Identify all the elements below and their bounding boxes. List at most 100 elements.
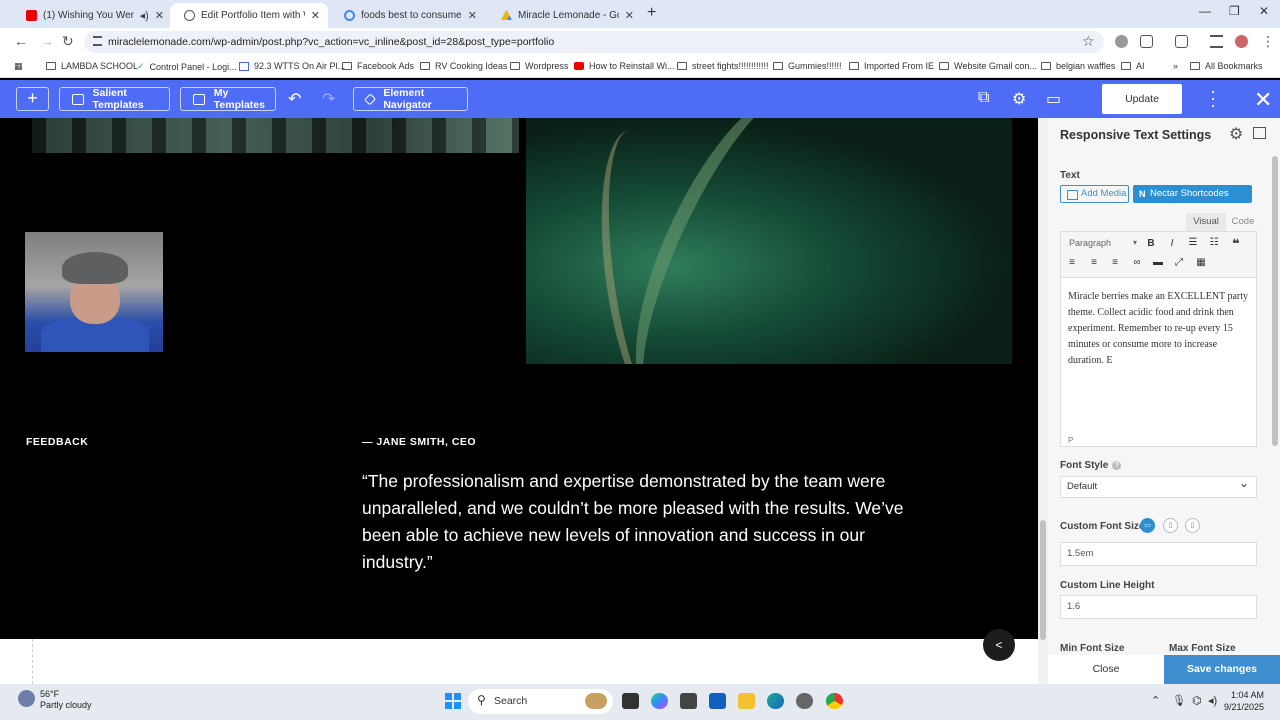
redo-icon[interactable]: ↷ (322, 89, 335, 109)
app-icon[interactable] (796, 693, 813, 709)
bookmark-imported-ie[interactable]: Imported From IE (849, 61, 934, 71)
mobile-device-icon[interactable]: ▯ (1185, 518, 1200, 533)
bookmark-ai[interactable]: AI (1121, 61, 1145, 71)
tray-overflow-icon[interactable]: ⌃ (1151, 694, 1160, 707)
more-options-icon[interactable]: · · · (1208, 82, 1218, 114)
editor-content[interactable]: Miracle berries make an EXCELLENT party … (1068, 289, 1253, 369)
italic-icon[interactable]: I (1165, 238, 1179, 249)
browser-tab-google-search[interactable]: foods best to consume after miracle ✕ (330, 3, 485, 28)
align-left-icon[interactable]: ≡ (1065, 257, 1079, 268)
bookmark-star-icon[interactable]: ☆ (1082, 33, 1095, 50)
testimonial-quote[interactable]: “The professionalism and expertise demon… (362, 468, 922, 576)
element-navigator-button[interactable]: Element Navigator (353, 87, 468, 111)
forward-icon[interactable]: → (40, 33, 54, 49)
bullet-list-icon[interactable]: ☰ (1186, 237, 1200, 248)
bookmark-website-gmail[interactable]: Website Gmail con... (939, 61, 1037, 71)
add-element-button[interactable]: + (16, 87, 49, 111)
toolbar-toggle-icon[interactable]: ▦ (1194, 257, 1208, 268)
new-tab-icon[interactable]: + (647, 4, 656, 22)
numbered-list-icon[interactable]: ☷ (1207, 237, 1221, 248)
bookmark-facebook-ads[interactable]: Facebook Ads (342, 61, 414, 71)
custom-font-size-input[interactable]: 1.5em (1060, 542, 1257, 566)
close-editor-icon[interactable]: ✕ (1254, 87, 1272, 113)
extension-icon[interactable] (1115, 35, 1128, 48)
panel-scrollbar[interactable] (1272, 156, 1278, 446)
close-tab-icon[interactable]: ✕ (155, 9, 164, 22)
bookmark-reinstall[interactable]: How to Reinstall Wi... (574, 61, 675, 71)
browser-tab-youtube[interactable]: (1) Wishing You Were Here ◂) ✕ (12, 3, 172, 28)
reload-icon[interactable]: ↻ (62, 33, 74, 50)
microphone-icon[interactable]: 🎙 (1172, 694, 1186, 707)
share-icon[interactable]: < (983, 629, 1015, 661)
save-changes-button[interactable]: Save changes (1164, 655, 1280, 684)
update-button[interactable]: Update (1102, 84, 1182, 114)
network-icon[interactable]: ⌬ (1192, 694, 1202, 707)
close-tab-icon[interactable]: ✕ (311, 9, 320, 22)
bookmark-street-fights[interactable]: street fights!!!!!!!!!!!! (677, 61, 769, 71)
preview-scrollbar[interactable] (1038, 118, 1048, 684)
back-icon[interactable]: ← (14, 33, 28, 49)
apps-grid-icon[interactable]: ▦ (14, 61, 23, 72)
extensions-puzzle-icon[interactable] (1140, 35, 1153, 48)
expand-panel-icon[interactable] (1253, 127, 1266, 139)
custom-line-height-input[interactable]: 1.6 (1060, 595, 1257, 619)
close-button[interactable]: Close (1048, 655, 1164, 684)
bookmark-gummies[interactable]: Gummies!!!!!! (773, 61, 842, 71)
font-style-select[interactable]: Default (1060, 473, 1257, 498)
browser-tab-wpbakery[interactable]: Edit Portfolio Item with WPBakery ✕ (170, 3, 328, 28)
settings-gear-icon[interactable]: ⚙ (1012, 89, 1026, 109)
bookmark-control-panel[interactable]: ✓ Control Panel - Logi... (137, 61, 237, 72)
copilot-icon[interactable] (651, 693, 668, 709)
paragraph-format-select[interactable]: Paragraph (1069, 238, 1137, 252)
task-view-icon[interactable] (622, 693, 639, 709)
bookmark-wordpress[interactable]: Wordpress (510, 61, 568, 71)
panel-settings-icon[interactable]: ⚙ (1229, 124, 1243, 144)
file-explorer-icon[interactable] (738, 693, 755, 709)
profile-avatar[interactable] (1235, 35, 1248, 48)
scrollbar-thumb[interactable] (1040, 520, 1046, 640)
help-icon[interactable]: ? (1112, 461, 1122, 470)
minimize-icon[interactable]: — (1199, 4, 1211, 18)
fullscreen-icon[interactable]: ⤢ (1172, 257, 1186, 268)
align-right-icon[interactable]: ≡ (1108, 257, 1122, 268)
windows-start-icon[interactable] (445, 693, 461, 709)
salient-templates-button[interactable]: Salient Templates (59, 87, 170, 111)
bookmark-rv-cooking[interactable]: RV Cooking Ideas (420, 61, 507, 71)
browser-tab-google-drive[interactable]: Miracle Lemonade - Google Drive ✕ (487, 3, 642, 28)
system-clock[interactable]: 1:04 AM 9/21/2025 (1224, 689, 1264, 713)
more-bookmarks-icon[interactable]: » (1173, 61, 1178, 71)
tablet-device-icon[interactable]: ▯ (1163, 518, 1178, 533)
all-bookmarks[interactable]: All Bookmarks (1190, 61, 1263, 71)
chrome-icon[interactable] (826, 693, 843, 709)
site-info-icon[interactable] (93, 36, 102, 46)
my-templates-button[interactable]: My Templates (180, 87, 276, 111)
tab-visual[interactable]: Visual (1186, 213, 1226, 231)
close-tab-icon[interactable]: ✕ (468, 9, 477, 22)
read-more-icon[interactable]: ▬ (1151, 257, 1165, 268)
bookmark-lambda-school[interactable]: LAMBDA SCHOOL (46, 61, 138, 71)
align-center-icon[interactable]: ≡ (1087, 257, 1101, 268)
restore-icon[interactable]: ❐ (1229, 4, 1240, 18)
undo-icon[interactable]: ↶ (288, 89, 301, 109)
speaker-icon[interactable]: ◂) (140, 9, 149, 22)
bookmark-wtts[interactable]: 92.3 WTTS On Air Pl... (239, 61, 345, 71)
link-icon[interactable]: ∞ (1130, 257, 1144, 268)
edge-icon[interactable] (767, 693, 784, 709)
close-tab-icon[interactable]: ✕ (625, 9, 634, 22)
browser-menu-icon[interactable]: ⋮ (1261, 33, 1275, 50)
weather-widget[interactable]: 56°F Partly cloudy (18, 689, 92, 711)
tab-code[interactable]: Code (1229, 213, 1257, 231)
desktop-device-icon[interactable]: ▭ (1140, 518, 1155, 533)
bold-icon[interactable]: B (1144, 238, 1158, 249)
bookmark-belgian-waffles[interactable]: belgian waffles (1041, 61, 1115, 71)
mail-icon[interactable] (709, 693, 726, 709)
blockquote-icon[interactable]: ❝ (1229, 236, 1243, 252)
nectar-shortcodes-button[interactable]: Nectar Shortcodes (1133, 185, 1252, 203)
volume-icon[interactable]: ◂) (1208, 694, 1217, 707)
seo-check-icon[interactable]: ⧉ (978, 89, 989, 107)
address-bar[interactable]: miraclelemonade.com/wp-admin/post.php?vc… (84, 31, 1104, 53)
media-controls-icon[interactable] (1210, 35, 1223, 48)
responsive-view-icon[interactable]: ▭ (1046, 89, 1061, 109)
store-icon[interactable] (680, 693, 697, 709)
cast-icon[interactable] (1175, 35, 1188, 48)
